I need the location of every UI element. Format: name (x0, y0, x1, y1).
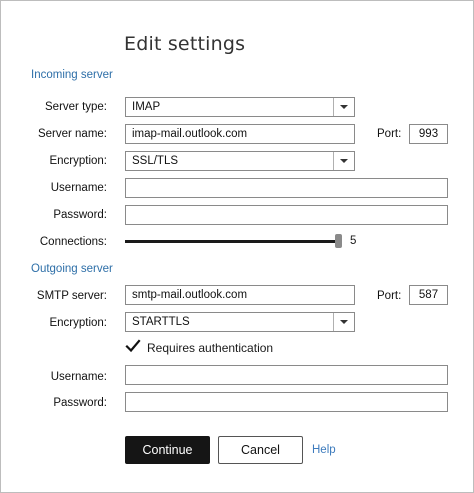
help-link[interactable]: Help (312, 444, 336, 456)
incoming-password-label: Password: (53, 209, 107, 221)
outgoing-password-input[interactable] (125, 392, 448, 412)
page-title: Edit settings (124, 33, 246, 55)
incoming-encryption-label: Encryption: (49, 155, 107, 167)
chevron-down-icon[interactable] (333, 313, 354, 331)
server-name-input[interactable]: imap-mail.outlook.com (125, 124, 355, 144)
incoming-encryption-value: SSL/TLS (132, 155, 179, 167)
connections-slider-track[interactable] (125, 240, 339, 243)
smtp-server-input[interactable]: smtp-mail.outlook.com (125, 285, 355, 305)
incoming-port-input[interactable]: 993 (409, 124, 448, 144)
outgoing-encryption-label: Encryption: (49, 317, 107, 329)
chevron-down-icon[interactable] (333, 152, 354, 170)
cancel-button[interactable]: Cancel (218, 436, 303, 464)
continue-button[interactable]: Continue (125, 436, 210, 464)
connections-value: 5 (350, 235, 357, 247)
server-type-label: Server type: (45, 101, 107, 113)
incoming-username-label: Username: (50, 182, 107, 194)
outgoing-password-label: Password: (53, 397, 107, 409)
outgoing-port-input[interactable]: 587 (409, 285, 448, 305)
incoming-encryption-select[interactable]: SSL/TLS (125, 151, 355, 171)
incoming-port-label: Port: (377, 128, 402, 140)
outgoing-username-label: Username: (50, 371, 107, 383)
outgoing-username-input[interactable] (125, 365, 448, 385)
requires-authentication-label: Requires authentication (147, 341, 274, 355)
incoming-username-input[interactable] (125, 178, 448, 198)
server-name-label: Server name: (37, 128, 107, 140)
smtp-server-label: SMTP server: (36, 290, 107, 302)
checkmark-icon[interactable] (125, 338, 141, 354)
incoming-password-input[interactable] (125, 205, 448, 225)
edit-settings-dialog: Edit settings Incoming server Server typ… (0, 0, 474, 493)
connections-label: Connections: (39, 236, 107, 248)
server-type-value: IMAP (132, 101, 161, 113)
connections-slider-thumb[interactable] (335, 234, 342, 248)
server-type-select[interactable]: IMAP (125, 97, 355, 117)
outgoing-encryption-select[interactable]: STARTTLS (125, 312, 355, 332)
incoming-server-heading: Incoming server (31, 69, 113, 81)
chevron-down-icon[interactable] (333, 98, 354, 116)
outgoing-encryption-value: STARTTLS (132, 316, 190, 328)
outgoing-port-label: Port: (377, 290, 402, 302)
outgoing-server-heading: Outgoing server (31, 263, 113, 275)
